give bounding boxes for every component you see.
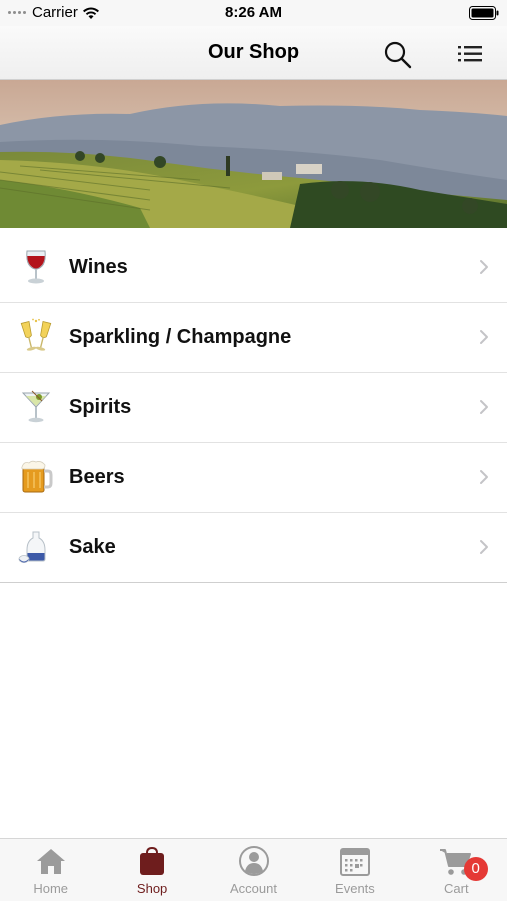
list-item[interactable]: Wines: [0, 233, 507, 303]
navigation-bar: Our Shop: [0, 26, 507, 80]
tab-cart[interactable]: 0 Cart: [406, 839, 507, 901]
beer-mug-icon: [21, 460, 53, 493]
list-item[interactable]: Sparkling / Champagne: [0, 303, 507, 373]
category-label: Sake: [69, 536, 116, 558]
search-icon[interactable]: [383, 40, 413, 70]
chevron-right-icon: [480, 400, 488, 414]
tab-events[interactable]: Events: [304, 839, 405, 901]
calendar-icon: [339, 848, 370, 876]
chevron-right-icon: [480, 260, 488, 274]
sake-bottle-icon: [18, 531, 46, 563]
shopping-bag-icon: [140, 846, 165, 875]
account-icon: [238, 846, 269, 876]
chevron-right-icon: [480, 470, 488, 484]
tab-label: Home: [33, 881, 69, 896]
list-item[interactable]: Beers: [0, 443, 507, 513]
vineyard-banner-image: [0, 80, 507, 228]
tab-label: Events: [335, 881, 375, 896]
chevron-right-icon: [480, 540, 488, 554]
list-item[interactable]: Sake: [0, 513, 507, 583]
tab-label: Cart: [444, 881, 469, 896]
tab-account[interactable]: Account: [203, 839, 304, 901]
list-menu-icon[interactable]: [456, 42, 484, 66]
tab-label: Shop: [136, 881, 168, 896]
category-label: Beers: [69, 466, 125, 488]
page-title: Our Shop: [207, 41, 300, 63]
category-label: Sparkling / Champagne: [69, 326, 292, 348]
tab-home[interactable]: Home: [0, 839, 101, 901]
status-bar: Carrier 8:26 AM: [0, 0, 507, 26]
cart-count-badge: 0: [463, 857, 488, 881]
champagne-glasses-icon: [20, 318, 52, 351]
cocktail-glass-icon: [21, 390, 51, 423]
status-time: 8:26 AM: [225, 4, 282, 21]
wine-glass-icon: [26, 250, 46, 284]
category-list: Wines Sparkling / Champagne Spirits Beer…: [0, 233, 507, 583]
tab-bar: Home Shop Account Events 0 Cart: [0, 838, 507, 901]
battery-icon: [469, 6, 499, 20]
list-item[interactable]: Spirits: [0, 373, 507, 443]
home-icon: [36, 849, 65, 874]
category-label: Wines: [69, 256, 128, 278]
tab-shop[interactable]: Shop: [101, 839, 202, 901]
tab-label: Account: [230, 881, 277, 896]
chevron-right-icon: [480, 330, 488, 344]
category-label: Spirits: [69, 396, 132, 418]
